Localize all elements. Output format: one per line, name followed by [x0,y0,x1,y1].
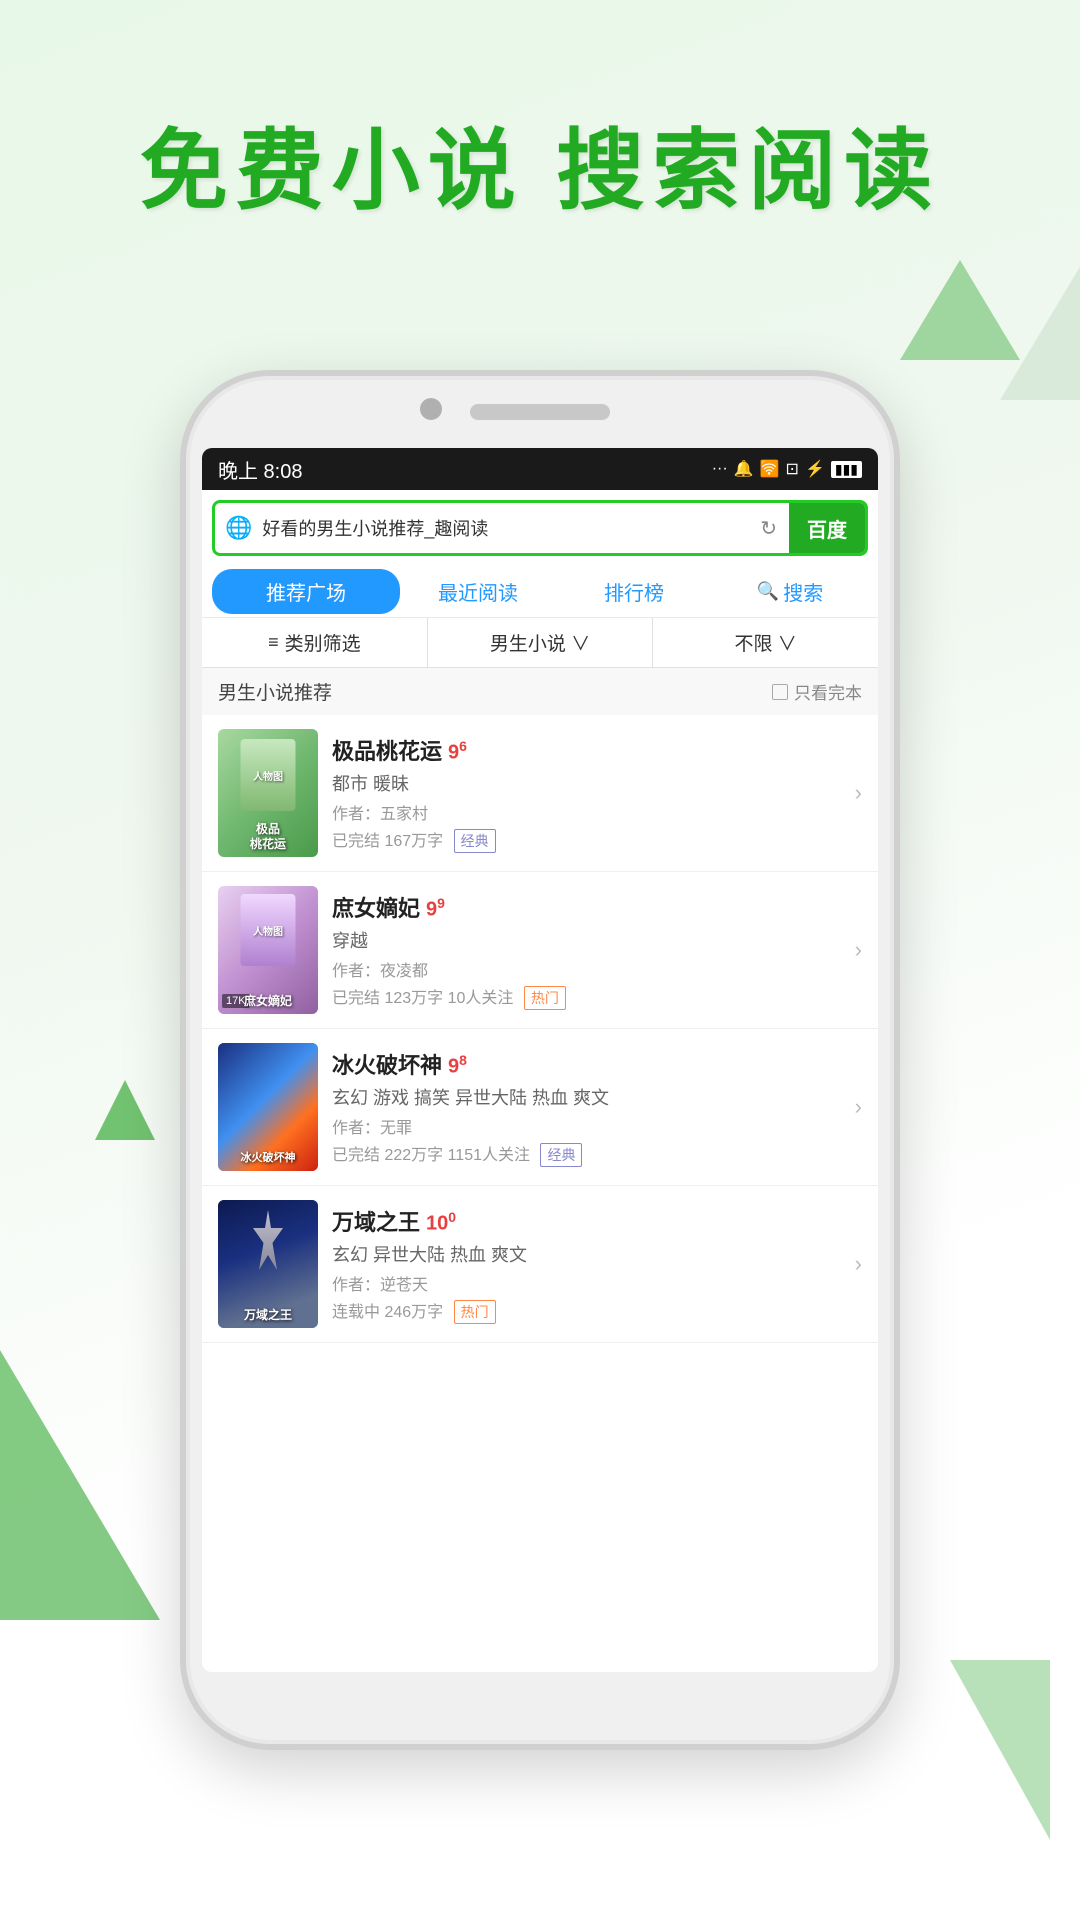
book-tag-1: 经典 [454,829,496,853]
book-author-2: 作者：夜凌都 [332,957,833,981]
status-time: 晚上 8:08 [218,455,302,484]
book-info-2: 庶女嫡妃 99 穿越 作者：夜凌都 已完结 123万字 10人关注 热门 [332,891,833,1010]
filter-category[interactable]: ≡ 类别筛选 [202,618,428,667]
book-cover-2: 人物图 17K 庶女嫡妃 [218,886,318,1014]
book-info-4: 万域之王 100 玄幻 异世大陆 热血 爽文 作者：逆苍天 连载中 246万字 … [332,1205,833,1324]
search-bar[interactable]: 🌐 好看的男生小说推荐_趣阅读 ↻ 百度 [212,500,868,556]
book-info-3: 冰火破坏神 98 玄幻 游戏 搞笑 异世大陆 热血 爽文 作者：无罪 已完结 2… [332,1048,833,1167]
list-item[interactable]: 人物图 极品桃花运 极品桃花运 96 都市 暖昧 作者：五家村 已完结 167万… [202,715,878,872]
book-author-3: 作者：无罪 [332,1114,833,1138]
tab-search[interactable]: 🔍 搜索 [712,569,868,614]
list-item[interactable]: 万域之王 万域之王 100 玄幻 异世大陆 热血 爽文 作者：逆苍天 连载中 2… [202,1186,878,1343]
book-rating-3: 98 [448,1052,467,1079]
phone-mockup: 晚上 8:08 ··· 🔔 🛜 ⊡ ⚡ ▮▮▮ 🌐 好看的男生小说推荐_趣阅读 … [180,370,900,1770]
book-title-4: 万域之王 [332,1205,420,1237]
book-title-3: 冰火破坏神 [332,1048,442,1080]
baidu-button[interactable]: 百度 [789,503,865,553]
book-meta-4: 连载中 246万字 热门 [332,1298,833,1324]
book-rating-4: 100 [426,1209,456,1236]
tab-ranking[interactable]: 排行榜 [556,569,712,614]
book-genre-1: 都市 暖昧 [332,770,833,796]
status-bar: 晚上 8:08 ··· 🔔 🛜 ⊡ ⚡ ▮▮▮ [202,448,878,490]
filter-icon: ≡ [268,632,279,653]
book-genre-3: 玄幻 游戏 搞笑 异世大陆 热血 爽文 [332,1084,833,1110]
book-cover-1: 人物图 极品桃花运 [218,729,318,857]
book-title-1: 极品桃花运 [332,734,442,766]
book-tag-2: 热门 [524,986,566,1010]
book-title-2: 庶女嫡妃 [332,891,420,923]
book-genre-2: 穿越 [332,927,833,953]
chevron-right-icon: › [855,937,862,963]
section-header: 男生小说推荐 只看完本 [202,668,878,715]
tab-recommend[interactable]: 推荐广场 [212,569,400,614]
filter-limit[interactable]: 不限 ∨ [653,618,878,667]
app-header-title: 免费小说 搜索阅读 [0,100,1080,227]
section-filter[interactable]: 只看完本 [772,679,862,704]
checkbox-complete[interactable] [772,684,788,700]
filter-complete-label: 只看完本 [794,679,862,704]
book-rating-1: 96 [448,738,467,765]
book-author-4: 作者：逆苍天 [332,1271,833,1295]
book-tag-3: 经典 [540,1143,582,1167]
book-tag-4: 热门 [454,1300,496,1324]
status-icons: ··· 🔔 🛜 ⊡ ⚡ ▮▮▮ [712,459,862,479]
phone-speaker [470,404,610,420]
chevron-right-icon: › [855,1251,862,1277]
section-title: 男生小说推荐 [218,678,332,705]
book-meta-1: 已完结 167万字 经典 [332,827,833,853]
chevron-right-icon: › [855,1094,862,1120]
list-item[interactable]: 人物图 17K 庶女嫡妃 庶女嫡妃 99 穿越 作者：夜凌都 已完结 1 [202,872,878,1029]
globe-icon: 🌐 [215,515,262,541]
book-genre-4: 玄幻 异世大陆 热血 爽文 [332,1241,833,1267]
phone-camera [420,398,442,420]
tab-recent[interactable]: 最近阅读 [400,569,556,614]
book-meta-3: 已完结 222万字 1151人关注 经典 [332,1141,833,1167]
filter-bar: ≡ 类别筛选 男生小说 ∨ 不限 ∨ [202,618,878,668]
phone-screen: 晚上 8:08 ··· 🔔 🛜 ⊡ ⚡ ▮▮▮ 🌐 好看的男生小说推荐_趣阅读 … [202,448,878,1672]
list-item[interactable]: 冰火破坏神 冰火破坏神 98 玄幻 游戏 搞笑 异世大陆 热血 爽文 作者：无罪… [202,1029,878,1186]
book-info-1: 极品桃花运 96 都市 暖昧 作者：五家村 已完结 167万字 经典 [332,734,833,853]
nav-tabs: 推荐广场 最近阅读 排行榜 🔍 搜索 [202,566,878,618]
book-author-1: 作者：五家村 [332,800,833,824]
book-cover-4: 万域之王 [218,1200,318,1328]
book-list: 人物图 极品桃花运 极品桃花运 96 都市 暖昧 作者：五家村 已完结 167万… [202,715,878,1343]
book-rating-2: 99 [426,895,445,922]
search-input[interactable]: 好看的男生小说推荐_趣阅读 [262,515,748,541]
refresh-icon[interactable]: ↻ [748,516,789,541]
book-meta-2: 已完结 123万字 10人关注 热门 [332,984,833,1010]
book-cover-3: 冰火破坏神 [218,1043,318,1171]
chevron-right-icon: › [855,780,862,806]
filter-gender[interactable]: 男生小说 ∨ [428,618,654,667]
